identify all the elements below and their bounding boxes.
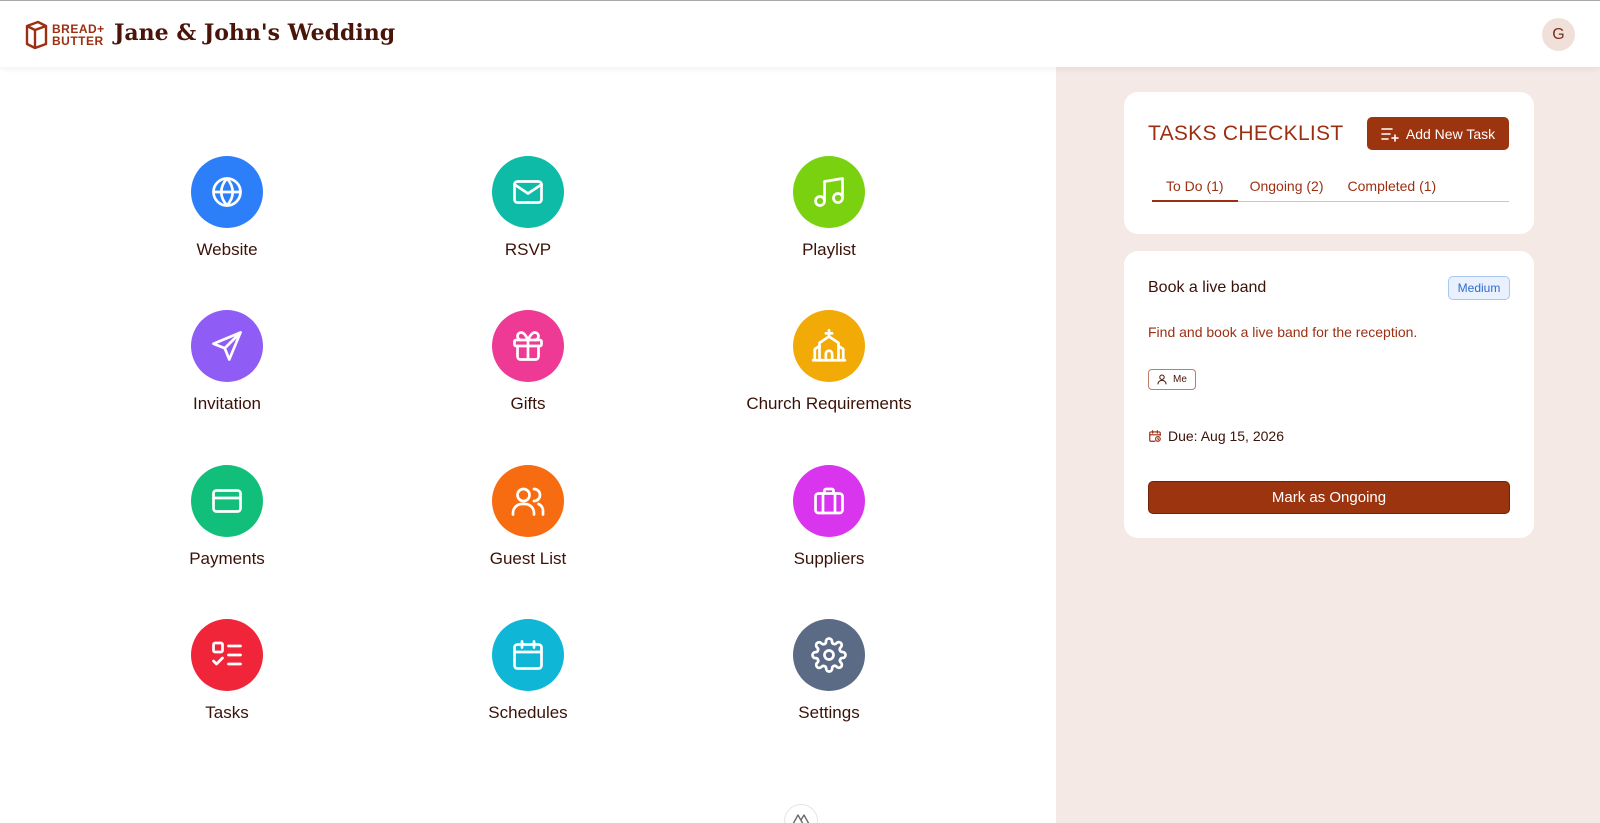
calendar-clock-icon (1149, 430, 1161, 442)
app-label: Payments (189, 549, 265, 568)
user-avatar[interactable]: G (1542, 18, 1575, 51)
app-settings[interactable]: Settings (729, 619, 929, 723)
app-label: Guest List (489, 549, 567, 568)
app-website[interactable]: Website (127, 156, 327, 260)
top-bar: BREAD+ BUTTER Jane & John's Wedding G (0, 0, 1600, 67)
nuxt-icon (792, 814, 810, 823)
users-icon (511, 487, 545, 516)
task-description: Find and book a live band for the recept… (1148, 324, 1418, 340)
bread-butter-logo[interactable]: BREAD+ BUTTER (24, 20, 105, 50)
gift-icon (513, 331, 543, 361)
app-label: Church Requirements (746, 394, 912, 413)
logo-wordmark: BREAD+ BUTTER (52, 22, 105, 48)
app-schedules[interactable]: Schedules (428, 619, 628, 723)
user-icon (1157, 374, 1167, 385)
tasks-checklist-title: TASKS CHECKLIST (1148, 122, 1344, 145)
app-label: Gifts (510, 394, 546, 413)
tab-ongoing[interactable]: Ongoing (2) (1238, 172, 1336, 202)
app-label: Settings (798, 703, 860, 722)
app-playlist[interactable]: Playlist (729, 156, 929, 260)
app-gifts[interactable]: Gifts (428, 310, 628, 414)
logo-box-icon (25, 20, 48, 50)
app-rsvp[interactable]: RSVP (428, 156, 628, 260)
due-date-text: Due: Aug 15, 2026 (1168, 428, 1284, 444)
app-label: Schedules (488, 703, 568, 722)
checklist-icon (212, 641, 242, 666)
music-icon (814, 177, 844, 207)
rsvp-circle (492, 156, 564, 228)
tab-completed[interactable]: Completed (1) (1336, 172, 1449, 202)
add-new-task-label: Add New Task (1405, 125, 1496, 142)
playlist-circle (793, 156, 865, 228)
tasks-checklist-card: TASKS CHECKLIST Add New Task To Do (1) O… (1124, 92, 1534, 234)
church-circle (793, 310, 865, 382)
wedding-title: Jane & John's Wedding (114, 20, 396, 46)
due-date: Due: Aug 15, 2026 (1148, 428, 1284, 444)
add-list-icon (1381, 127, 1399, 142)
guest-list-circle (492, 465, 564, 537)
briefcase-icon (814, 487, 844, 515)
app-guest-list[interactable]: Guest List (428, 465, 628, 569)
invitation-circle (191, 310, 263, 382)
tasks-circle (191, 619, 263, 691)
schedules-circle (492, 619, 564, 691)
app-invitation[interactable]: Invitation (127, 310, 327, 414)
task-tabs: To Do (1) Ongoing (2) Completed (1) (1152, 172, 1509, 202)
globe-icon (212, 177, 242, 207)
task-name: Book a live band (1148, 279, 1267, 296)
app-label: Tasks (205, 703, 249, 722)
payments-circle (191, 465, 263, 537)
church-icon (811, 328, 847, 362)
mark-as-ongoing-button[interactable]: Mark as Ongoing (1148, 481, 1510, 514)
app-label: Invitation (192, 394, 262, 413)
website-circle (191, 156, 263, 228)
suppliers-circle (793, 465, 865, 537)
priority-badge: Medium (1448, 276, 1510, 300)
app-tasks[interactable]: Tasks (127, 619, 327, 723)
tab-to-do[interactable]: To Do (1) (1152, 172, 1238, 202)
settings-circle (793, 619, 865, 691)
assignee-chip: Me (1148, 369, 1196, 390)
task-card[interactable]: Book a live band Medium Find and book a … (1124, 251, 1534, 538)
mail-icon (513, 180, 543, 204)
app-payments[interactable]: Payments (127, 465, 327, 569)
app-label: Suppliers (793, 549, 865, 568)
assignee-name: Me (1173, 374, 1187, 385)
app-label: Website (196, 240, 258, 259)
calendar-icon (513, 640, 543, 670)
credit-card-icon (212, 489, 242, 513)
app-suppliers[interactable]: Suppliers (729, 465, 929, 569)
gear-icon (811, 637, 847, 673)
app-label: RSVP (504, 240, 552, 259)
app-church-requirements[interactable]: Church Requirements (729, 310, 929, 414)
send-icon (212, 331, 242, 361)
gifts-circle (492, 310, 564, 382)
app-label: Playlist (802, 240, 856, 259)
add-new-task-button[interactable]: Add New Task (1367, 117, 1509, 150)
